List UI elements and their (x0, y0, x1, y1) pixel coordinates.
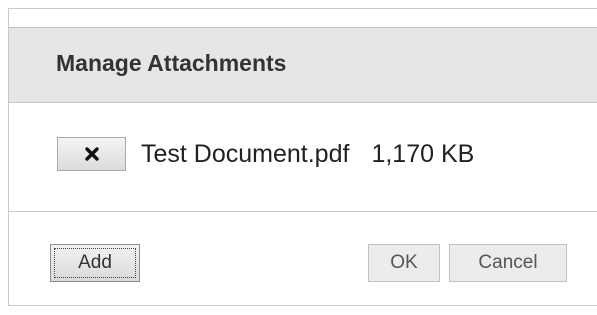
ok-button-label: OK (390, 252, 418, 273)
footer-divider (9, 211, 597, 212)
attachment-file-size: 1,170 KB (371, 139, 475, 168)
attachment-item: Test Document.pdf 1,170 KB (57, 136, 474, 172)
add-button[interactable]: Add (50, 244, 140, 282)
ok-button[interactable]: OK (368, 244, 440, 282)
cancel-button-label: Cancel (478, 252, 538, 273)
remove-attachment-button[interactable] (57, 137, 126, 171)
cancel-button[interactable]: Cancel (449, 244, 567, 282)
dialog-title: Manage Attachments (56, 50, 287, 76)
dialog-header: Manage Attachments (9, 27, 597, 103)
manage-attachments-dialog: Manage Attachments Test Document.pdf 1,1… (8, 8, 597, 306)
attachment-file-name: Test Document.pdf (141, 139, 350, 168)
add-button-label: Add (78, 252, 112, 273)
close-x-icon (84, 146, 100, 162)
